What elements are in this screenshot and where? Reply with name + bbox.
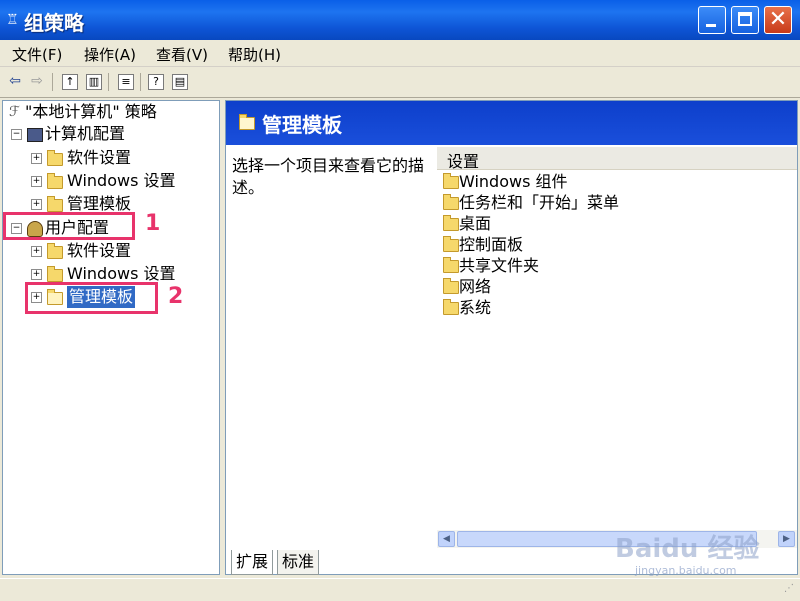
folder-icon <box>47 266 63 282</box>
menu-help[interactable]: 帮助(H) <box>228 44 281 65</box>
watermark-line2: jingyan.baidu.com <box>635 564 737 577</box>
close-button[interactable]: ✕ <box>764 6 792 34</box>
export-list-icon[interactable]: ≡ <box>118 74 134 90</box>
tree-root-label: "本地计算机" 策略 <box>25 102 157 121</box>
annotation-number-1: 1 <box>145 211 161 236</box>
toolbar-separator <box>52 73 53 91</box>
up-level-icon[interactable]: ↑ <box>62 74 78 90</box>
status-bar: ⋰ <box>0 578 800 601</box>
menu-action[interactable]: 操作(A) <box>84 44 136 65</box>
folder-icon <box>47 196 63 212</box>
maximize-button[interactable] <box>731 6 759 34</box>
toolbar-separator <box>140 73 141 91</box>
folder-icon <box>443 194 459 210</box>
view-tabs: 扩展 标准 <box>225 550 525 576</box>
folder-icon <box>239 114 255 130</box>
show-hide-tree-icon[interactable]: ▥ <box>86 74 102 90</box>
menu-file[interactable]: 文件(F) <box>12 44 62 65</box>
maximize-icon <box>738 12 752 26</box>
tab-standard[interactable]: 标准 <box>277 550 320 575</box>
expand-icon[interactable]: + <box>31 269 42 280</box>
resize-grip-icon[interactable]: ⋰ <box>784 583 798 597</box>
tree-node-label: 软件设置 <box>67 241 132 260</box>
menu-bar: 文件(F) 操作(A) 查看(V) 帮助(H) <box>0 40 800 67</box>
minimize-button[interactable] <box>698 6 726 34</box>
group-policy-app-icon: ♖ <box>6 12 19 28</box>
folder-icon <box>47 150 63 166</box>
item-description: 选择一个项目来查看它的描述。 <box>232 156 425 197</box>
folder-icon <box>47 243 63 259</box>
annotation-number-2: 2 <box>168 284 184 309</box>
close-icon: ✕ <box>768 7 788 32</box>
folder-icon <box>443 278 459 294</box>
forward-arrow-icon[interactable]: ⇨ <box>28 72 46 90</box>
details-header-title: 管理模板 <box>262 113 342 137</box>
column-header-label: 设置 <box>447 152 480 171</box>
annotation-box-1 <box>3 212 135 240</box>
folder-icon <box>443 299 459 315</box>
toolbar: ⇦ ⇨ ↑ ▥ ≡ ? ▤ <box>0 67 800 98</box>
baidu-watermark: Baidu 经验 jingyan.baidu.com <box>615 528 795 578</box>
collapse-icon[interactable]: − <box>11 129 22 140</box>
title-bar: ♖ 组策略 ✕ <box>0 0 800 40</box>
list-item-label: 共享文件夹 <box>459 256 540 275</box>
expand-icon[interactable]: + <box>31 153 42 164</box>
tree-node-label: 软件设置 <box>67 148 132 167</box>
scroll-left-icon[interactable]: ◀ <box>438 531 455 547</box>
settings-list: 设置 Windows 组件 任务栏和「开始」菜单 桌面 控制面板 共享文件夹 网… <box>437 147 797 550</box>
expand-icon[interactable]: + <box>31 246 42 257</box>
window-title: 组策略 <box>24 11 84 35</box>
folder-icon <box>443 173 459 189</box>
tree-computer-config-label: 计算机配置 <box>45 124 126 143</box>
tab-extended[interactable]: 扩展 <box>231 550 274 575</box>
expand-icon[interactable]: + <box>31 199 42 210</box>
computer-icon <box>27 128 43 142</box>
expand-icon[interactable]: + <box>31 176 42 187</box>
details-pane: 管理模板 选择一个项目来查看它的描述。 设置 Windows 组件 任务栏和「开… <box>225 100 798 575</box>
list-item-label: 网络 <box>459 277 492 296</box>
list-item-label: Windows 组件 <box>459 172 568 191</box>
list-item-label: 系统 <box>459 298 492 317</box>
annotation-box-2 <box>25 282 158 314</box>
folder-icon <box>443 215 459 231</box>
list-item-label: 控制面板 <box>459 235 524 254</box>
folder-icon <box>443 257 459 273</box>
list-item-label: 任务栏和「开始」菜单 <box>459 193 620 212</box>
watermark-line1: Baidu 经验 <box>615 534 760 564</box>
list-item-label: 桌面 <box>459 214 492 233</box>
policy-tree: ℱ "本地计算机" 策略 − 计算机配置 + 软件设置 + Windows 设置… <box>2 100 220 575</box>
policy-icon: ℱ <box>9 104 21 120</box>
back-arrow-icon[interactable]: ⇦ <box>6 72 24 90</box>
properties-icon[interactable]: ▤ <box>172 74 188 90</box>
column-header-settings[interactable]: 设置 <box>437 147 797 171</box>
toolbar-separator <box>108 73 109 91</box>
folder-icon <box>47 173 63 189</box>
details-header: 管理模板 <box>226 101 797 145</box>
minimize-icon <box>706 24 716 27</box>
help-icon[interactable]: ? <box>148 74 164 90</box>
tree-node-label: Windows 设置 <box>67 171 176 190</box>
folder-icon <box>443 236 459 252</box>
menu-view[interactable]: 查看(V) <box>156 44 208 65</box>
